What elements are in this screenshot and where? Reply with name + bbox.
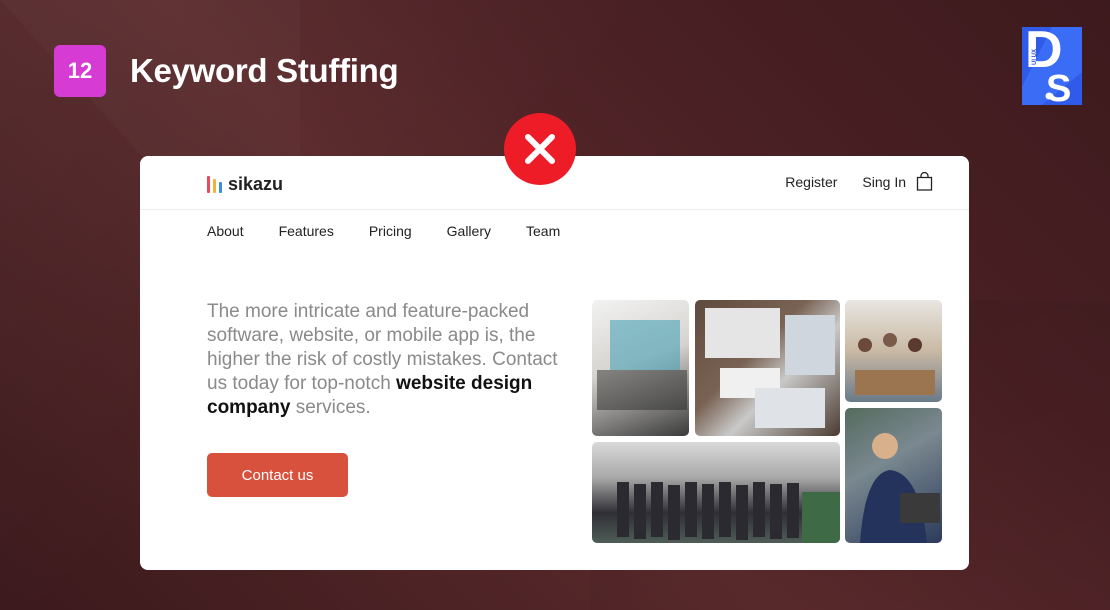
- hero-copy-outro: services.: [290, 397, 371, 418]
- hero-copy: The more intricate and feature-packed so…: [207, 300, 577, 420]
- nav-item-about[interactable]: About: [207, 223, 244, 239]
- group-office-photo: [592, 442, 840, 543]
- nav-item-pricing[interactable]: Pricing: [369, 223, 412, 239]
- nav-item-gallery[interactable]: Gallery: [447, 223, 491, 239]
- contact-us-button[interactable]: Contact us: [207, 453, 348, 497]
- team-meeting-photo: [845, 300, 942, 402]
- slide-number-badge: 12: [54, 45, 106, 97]
- slide-title: Keyword Stuffing: [130, 52, 399, 89]
- close-icon: [504, 113, 576, 185]
- logo-bars-icon: [207, 176, 222, 193]
- site-logo-name: sikazu: [228, 174, 284, 194]
- svg-text:UI UX: UI UX: [1032, 49, 1038, 65]
- site-logo[interactable]: sikazu: [207, 174, 283, 195]
- header-actions: Register Sing In: [785, 172, 933, 191]
- uiux-ds-logo: D S UI UX: [1022, 27, 1082, 105]
- shopping-bag-icon[interactable]: [916, 172, 933, 191]
- register-link[interactable]: Register: [785, 174, 837, 190]
- site-nav: About Features Pricing Gallery Team: [207, 223, 595, 239]
- nav-item-features[interactable]: Features: [279, 223, 334, 239]
- man-laptop-photo: [845, 408, 942, 543]
- sign-in-link[interactable]: Sing In: [862, 174, 906, 190]
- laptop-user-photo: [592, 300, 689, 436]
- svg-text:S: S: [1046, 68, 1071, 105]
- desk-devices-photo: [695, 300, 840, 436]
- nav-item-team[interactable]: Team: [526, 223, 560, 239]
- website-mockup: sikazu Register Sing In About Features P…: [140, 156, 969, 570]
